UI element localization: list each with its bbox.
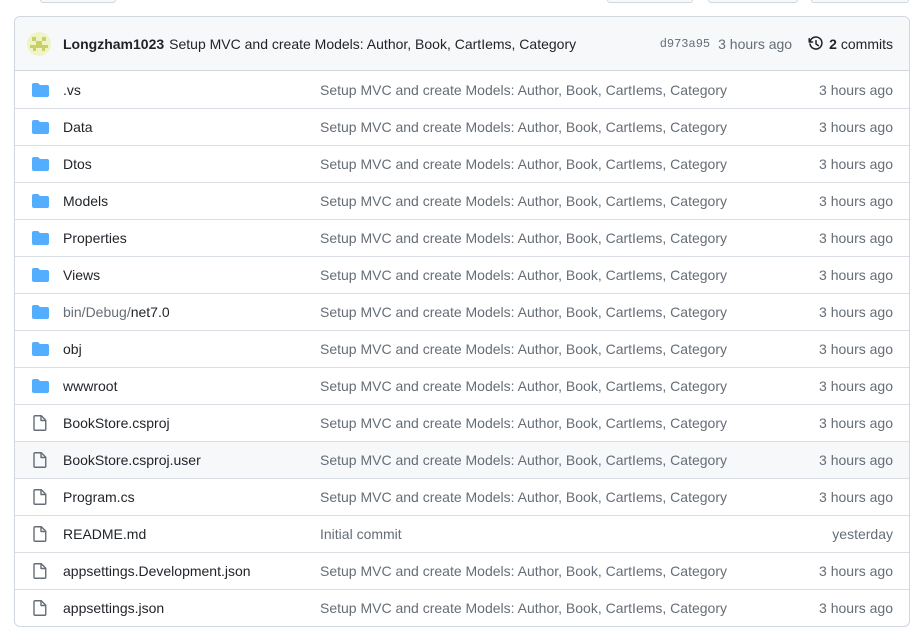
file-name-link[interactable]: bin/Debug/net7.0 <box>63 304 170 320</box>
file-commit-age: 3 hours ago <box>819 563 893 579</box>
file-commit-message-link[interactable]: Initial commit <box>320 526 402 542</box>
file-name-link[interactable]: Dtos <box>63 156 92 172</box>
author-avatar[interactable] <box>27 31 51 56</box>
file-commit-age: 3 hours ago <box>819 119 893 135</box>
commits-label: commits <box>840 35 893 52</box>
file-commit-age: 3 hours ago <box>819 378 893 394</box>
toolbar-button-edge[interactable] <box>708 0 798 3</box>
file-name-link[interactable]: Program.cs <box>63 489 135 505</box>
file-commit-age: 3 hours ago <box>819 267 893 283</box>
file-row[interactable]: README.md Initial commit yesterday <box>15 515 909 552</box>
file-commit-message-link[interactable]: Setup MVC and create Models: Author, Boo… <box>320 267 727 283</box>
file-name-link[interactable]: obj <box>63 341 82 357</box>
file-name-link[interactable]: BookStore.csproj.user <box>63 452 201 468</box>
file-commit-age: 3 hours ago <box>819 415 893 431</box>
file-row[interactable]: .vs Setup MVC and create Models: Author,… <box>15 71 909 108</box>
file-list: .vs Setup MVC and create Models: Author,… <box>15 71 909 626</box>
file-row[interactable]: appsettings.json Setup MVC and create Mo… <box>15 589 909 626</box>
file-commit-message-link[interactable]: Setup MVC and create Models: Author, Boo… <box>320 230 727 246</box>
commits-count: 2 <box>829 35 837 52</box>
file-name-link[interactable]: wwwroot <box>63 378 117 394</box>
file-commit-message-link[interactable]: Setup MVC and create Models: Author, Boo… <box>320 452 727 468</box>
file-row[interactable]: appsettings.Development.json Setup MVC a… <box>15 552 909 589</box>
commits-history-link[interactable]: 2 commits <box>808 36 893 52</box>
file-commit-age: 3 hours ago <box>819 452 893 468</box>
file-row[interactable]: BookStore.csproj.user Setup MVC and crea… <box>15 441 909 478</box>
file-path-prefix[interactable]: bin/Debug/ <box>63 304 131 320</box>
file-commit-message-link[interactable]: Setup MVC and create Models: Author, Boo… <box>320 563 727 579</box>
file-row[interactable]: Models Setup MVC and create Models: Auth… <box>15 182 909 219</box>
file-name-link[interactable]: Properties <box>63 230 127 246</box>
latest-commit-bar: Longzham1023 Setup MVC and create Models… <box>15 17 909 71</box>
commit-meta: d973a95 3 hours ago 2 commits <box>660 36 893 52</box>
file-name-link[interactable]: appsettings.Development.json <box>63 563 251 579</box>
file-row[interactable]: bin/Debug/net7.0 Setup MVC and create Mo… <box>15 293 909 330</box>
folder-icon <box>31 156 49 172</box>
file-name-link[interactable]: .vs <box>63 82 81 98</box>
file-icon <box>31 563 49 579</box>
file-name-text[interactable]: net7.0 <box>131 304 170 320</box>
file-commit-age: 3 hours ago <box>819 489 893 505</box>
file-commit-message-link[interactable]: Setup MVC and create Models: Author, Boo… <box>320 600 727 616</box>
commit-time: 3 hours ago <box>718 35 793 52</box>
folder-icon <box>31 267 49 283</box>
file-name-link[interactable]: README.md <box>63 526 146 542</box>
folder-icon <box>31 193 49 209</box>
file-commit-age: 3 hours ago <box>819 230 893 246</box>
file-icon <box>31 415 49 431</box>
file-browser: Longzham1023 Setup MVC and create Models… <box>14 16 910 627</box>
file-row[interactable]: Dtos Setup MVC and create Models: Author… <box>15 145 909 182</box>
file-commit-age: 3 hours ago <box>819 600 893 616</box>
folder-icon <box>31 119 49 135</box>
file-row[interactable]: wwwroot Setup MVC and create Models: Aut… <box>15 367 909 404</box>
file-name-link[interactable]: Views <box>63 267 100 283</box>
folder-icon <box>31 378 49 394</box>
file-commit-message-link[interactable]: Setup MVC and create Models: Author, Boo… <box>320 341 727 357</box>
file-commit-message-link[interactable]: Setup MVC and create Models: Author, Boo… <box>320 415 727 431</box>
file-row[interactable]: Properties Setup MVC and create Models: … <box>15 219 909 256</box>
toolbar-button-edge[interactable] <box>40 0 116 3</box>
history-icon <box>808 35 823 50</box>
file-commit-age: 3 hours ago <box>819 156 893 172</box>
file-name-link[interactable]: Data <box>63 119 93 135</box>
file-row[interactable]: obj Setup MVC and create Models: Author,… <box>15 330 909 367</box>
file-commit-message-link[interactable]: Setup MVC and create Models: Author, Boo… <box>320 82 727 98</box>
toolbar-button-edge[interactable] <box>811 0 909 3</box>
file-commit-message-link[interactable]: Setup MVC and create Models: Author, Boo… <box>320 119 727 135</box>
file-commit-age: 3 hours ago <box>819 341 893 357</box>
file-commit-message-link[interactable]: Setup MVC and create Models: Author, Boo… <box>320 304 727 320</box>
file-name-link[interactable]: BookStore.csproj <box>63 415 170 431</box>
file-commit-age: 3 hours ago <box>819 81 893 98</box>
file-icon <box>31 452 49 468</box>
folder-icon <box>31 341 49 357</box>
commit-message-link[interactable]: Setup MVC and create Models: Author, Boo… <box>169 36 576 52</box>
toolbar-button-edge[interactable] <box>607 0 693 3</box>
identicon-avatar-icon <box>27 31 51 56</box>
folder-icon <box>31 304 49 320</box>
commit-author-link[interactable]: Longzham1023 <box>63 36 164 52</box>
file-commit-age: 3 hours ago <box>819 304 893 320</box>
file-commit-age: 3 hours ago <box>819 193 893 209</box>
file-icon <box>31 489 49 505</box>
file-icon <box>31 526 49 542</box>
file-commit-message-link[interactable]: Setup MVC and create Models: Author, Boo… <box>320 156 727 172</box>
folder-icon <box>31 230 49 246</box>
file-icon <box>31 600 49 616</box>
file-commit-message-link[interactable]: Setup MVC and create Models: Author, Boo… <box>320 378 727 394</box>
folder-icon <box>31 82 49 98</box>
commit-sha-link[interactable]: d973a95 <box>660 37 710 51</box>
file-commit-message-link[interactable]: Setup MVC and create Models: Author, Boo… <box>320 489 727 505</box>
file-row[interactable]: Views Setup MVC and create Models: Autho… <box>15 256 909 293</box>
file-commit-age: yesterday <box>832 526 893 542</box>
file-row[interactable]: Data Setup MVC and create Models: Author… <box>15 108 909 145</box>
file-name-link[interactable]: appsettings.json <box>63 600 164 616</box>
file-row[interactable]: BookStore.csproj Setup MVC and create Mo… <box>15 404 909 441</box>
file-row[interactable]: Program.cs Setup MVC and create Models: … <box>15 478 909 515</box>
file-name-link[interactable]: Models <box>63 193 108 209</box>
file-commit-message-link[interactable]: Setup MVC and create Models: Author, Boo… <box>320 193 727 209</box>
top-toolbar-edges <box>0 0 915 6</box>
